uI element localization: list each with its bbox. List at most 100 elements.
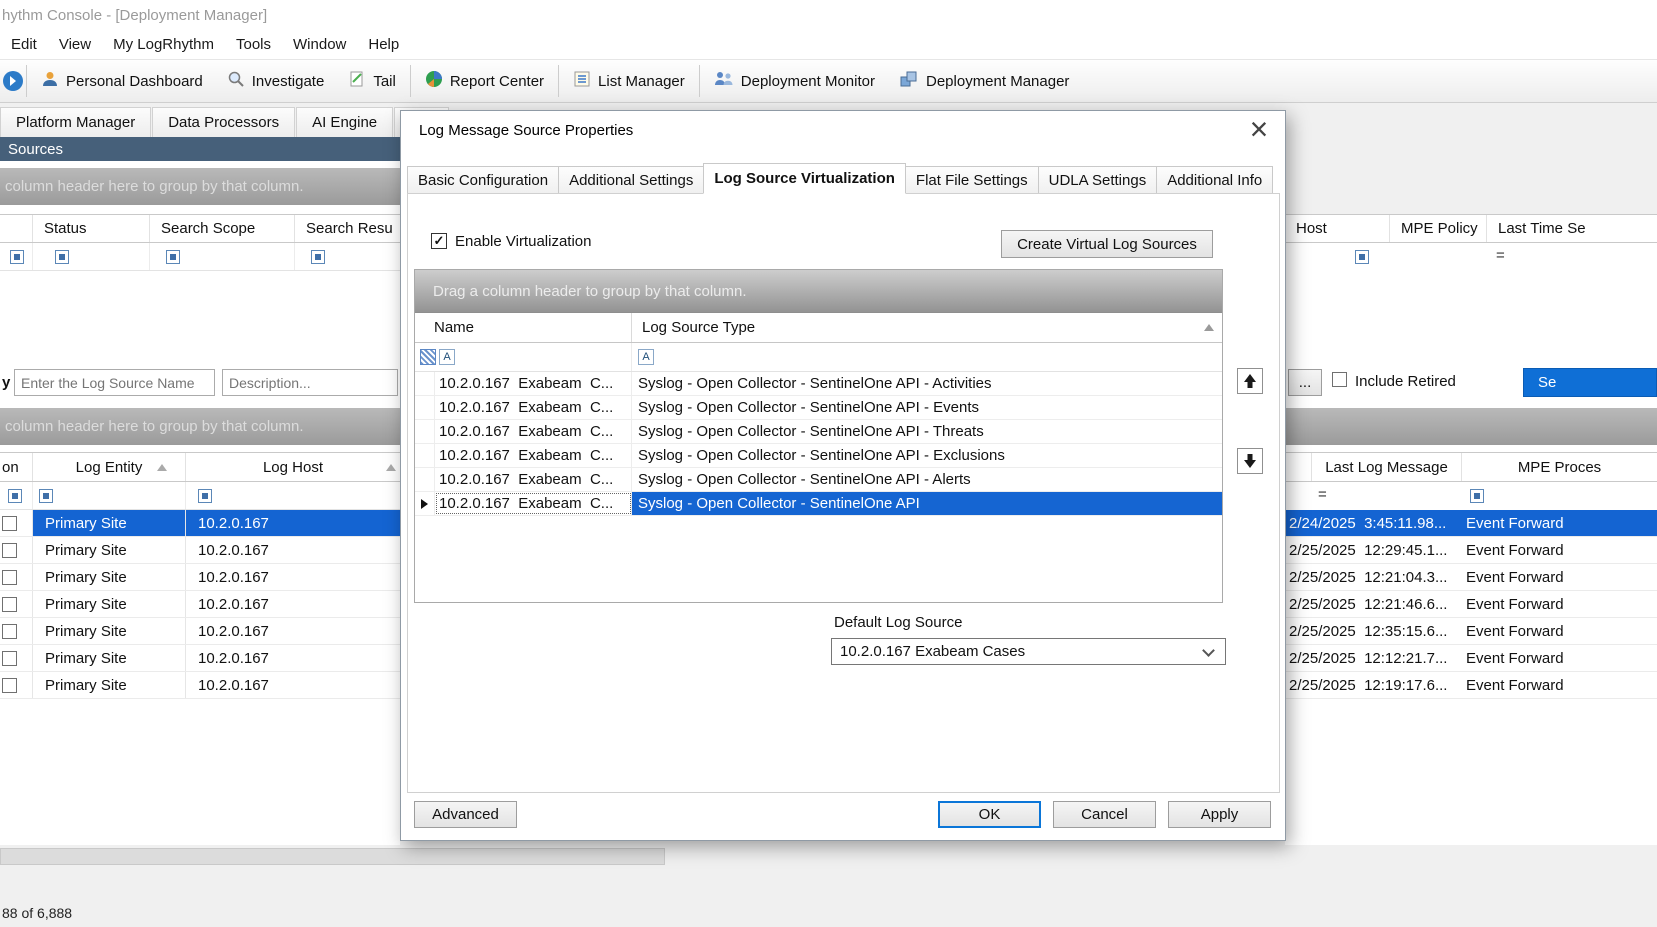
filter-icon[interactable] bbox=[8, 489, 22, 503]
row-selector-cell[interactable] bbox=[415, 372, 435, 395]
nav-circle-icon[interactable] bbox=[0, 70, 24, 92]
virtual-source-row[interactable]: 10.2.0.167 Exabeam C... Syslog - Open Co… bbox=[415, 420, 1222, 444]
horizontal-scrollbar[interactable] bbox=[0, 848, 665, 865]
groupby-bar-dialog[interactable]: Drag a column header to group by that co… bbox=[415, 270, 1222, 313]
menu-edit[interactable]: Edit bbox=[0, 36, 48, 53]
deployment-monitor-button[interactable]: Deployment Monitor bbox=[702, 60, 887, 102]
tab-additional-settings[interactable]: Additional Settings bbox=[558, 166, 704, 193]
column-header-name[interactable]: Name bbox=[415, 313, 632, 342]
groupby-bar-right[interactable] bbox=[1285, 408, 1657, 445]
table-row[interactable]: Primary Site 10.2.0.167 bbox=[0, 618, 400, 645]
table-row[interactable]: 2/25/2025 12:29:45.1... Event Forward bbox=[1285, 537, 1657, 564]
close-icon[interactable] bbox=[1241, 113, 1277, 145]
filter-cell[interactable] bbox=[0, 482, 33, 509]
hatch-filter-icon[interactable] bbox=[420, 349, 436, 365]
menu-tools[interactable]: Tools bbox=[225, 36, 282, 53]
virtual-source-row[interactable]: 10.2.0.167 Exabeam C... Syslog - Open Co… bbox=[415, 444, 1222, 468]
apply-button[interactable]: Apply bbox=[1168, 801, 1271, 828]
groupby-bar-search[interactable]: column header here to group by that colu… bbox=[0, 168, 400, 205]
filter-cell[interactable] bbox=[33, 243, 150, 270]
row-checkbox[interactable] bbox=[2, 678, 17, 693]
equals-filter-icon[interactable]: = bbox=[1318, 486, 1327, 503]
filter-icon[interactable] bbox=[311, 250, 325, 264]
row-selector-cell[interactable] bbox=[415, 492, 435, 515]
filter-icon[interactable] bbox=[166, 250, 180, 264]
tab-log-source-virtualization[interactable]: Log Source Virtualization bbox=[703, 163, 906, 194]
cancel-button[interactable]: Cancel bbox=[1053, 801, 1156, 828]
column-header-action[interactable]: on bbox=[0, 453, 33, 481]
column-header-last-time-seen[interactable]: Last Time Se bbox=[1487, 215, 1657, 242]
tab-additional-info[interactable]: Additional Info bbox=[1156, 166, 1273, 193]
menu-my-logrhythm[interactable]: My LogRhythm bbox=[102, 36, 225, 53]
filter-icon[interactable] bbox=[198, 489, 212, 503]
table-row[interactable]: 2/25/2025 12:35:15.6... Event Forward bbox=[1285, 618, 1657, 645]
row-checkbox[interactable] bbox=[2, 570, 17, 585]
log-source-name-input[interactable] bbox=[14, 369, 215, 396]
enable-virtualization-checkbox[interactable] bbox=[431, 233, 447, 249]
table-row[interactable]: 2/24/2025 3:45:11.98... Event Forward bbox=[1285, 510, 1657, 537]
tab-data-processors[interactable]: Data Processors bbox=[152, 107, 295, 137]
type-filter-cell[interactable] bbox=[632, 343, 1222, 371]
row-selector-cell[interactable] bbox=[415, 468, 435, 491]
row-selector-cell[interactable] bbox=[415, 444, 435, 467]
row-checkbox[interactable] bbox=[2, 624, 17, 639]
menu-help[interactable]: Help bbox=[357, 36, 410, 53]
column-header-blank[interactable] bbox=[1285, 453, 1312, 481]
report-center-button[interactable]: Report Center bbox=[413, 60, 556, 102]
filter-icon[interactable] bbox=[55, 250, 69, 264]
description-input[interactable] bbox=[222, 369, 398, 396]
column-header-search-scope[interactable]: Search Scope bbox=[150, 215, 295, 242]
table-row[interactable]: 2/25/2025 12:21:04.3... Event Forward bbox=[1285, 564, 1657, 591]
table-row[interactable]: Primary Site 10.2.0.167 bbox=[0, 537, 400, 564]
column-header-log-host[interactable]: Log Host bbox=[186, 453, 400, 481]
filter-cell[interactable] bbox=[150, 243, 295, 270]
text-filter-icon[interactable] bbox=[439, 349, 455, 365]
investigate-button[interactable]: Investigate bbox=[215, 60, 337, 102]
row-checkbox[interactable] bbox=[2, 651, 17, 666]
menu-window[interactable]: Window bbox=[282, 36, 357, 53]
filter-cell[interactable] bbox=[186, 482, 400, 509]
row-checkbox[interactable] bbox=[2, 516, 17, 531]
column-header-status[interactable]: Status bbox=[33, 215, 150, 242]
column-header-blank[interactable] bbox=[0, 215, 33, 242]
table-row[interactable]: Primary Site 10.2.0.167 bbox=[0, 591, 400, 618]
include-retired-checkbox[interactable] bbox=[1332, 372, 1347, 387]
advanced-button[interactable]: Advanced bbox=[414, 801, 517, 828]
virtual-source-row-selected[interactable]: 10.2.0.167 Exabeam C... Syslog - Open Co… bbox=[415, 492, 1222, 516]
table-row[interactable]: 2/25/2025 12:19:17.6... Event Forward bbox=[1285, 672, 1657, 699]
filter-icon[interactable] bbox=[1470, 489, 1484, 503]
column-header-host[interactable]: Host bbox=[1285, 215, 1390, 242]
column-header-log-entity[interactable]: Log Entity bbox=[33, 453, 186, 481]
filter-icon[interactable] bbox=[1355, 250, 1369, 264]
tab-basic-configuration[interactable]: Basic Configuration bbox=[407, 166, 559, 193]
move-up-button[interactable] bbox=[1237, 368, 1263, 394]
filter-icon[interactable] bbox=[39, 489, 53, 503]
row-checkbox[interactable] bbox=[2, 543, 17, 558]
table-row[interactable]: Primary Site 10.2.0.167 bbox=[0, 564, 400, 591]
filter-cell[interactable] bbox=[0, 243, 33, 270]
menu-view[interactable]: View bbox=[48, 36, 102, 53]
row-selector-cell[interactable] bbox=[415, 396, 435, 419]
filter-cell[interactable] bbox=[33, 482, 186, 509]
table-row[interactable]: Primary Site 10.2.0.167 bbox=[0, 510, 400, 537]
virtual-source-row[interactable]: 10.2.0.167 Exabeam C... Syslog - Open Co… bbox=[415, 372, 1222, 396]
search-button[interactable]: Se bbox=[1523, 368, 1657, 397]
ok-button[interactable]: OK bbox=[938, 801, 1041, 828]
tail-button[interactable]: Tail bbox=[336, 60, 408, 102]
column-header-last-log-message[interactable]: Last Log Message bbox=[1312, 453, 1462, 481]
row-selector-cell[interactable] bbox=[415, 420, 435, 443]
move-down-button[interactable] bbox=[1237, 448, 1263, 474]
filter-cell[interactable] bbox=[295, 243, 400, 270]
table-row[interactable]: Primary Site 10.2.0.167 bbox=[0, 672, 400, 699]
column-header-mpe-policy[interactable]: MPE Policy bbox=[1390, 215, 1487, 242]
filter-icon[interactable] bbox=[10, 250, 24, 264]
deployment-manager-button[interactable]: Deployment Manager bbox=[887, 60, 1081, 102]
create-virtual-log-sources-button[interactable]: Create Virtual Log Sources bbox=[1001, 230, 1213, 258]
groupby-bar-sources[interactable]: column header here to group by that colu… bbox=[0, 408, 400, 445]
list-manager-button[interactable]: List Manager bbox=[561, 60, 697, 102]
more-options-button[interactable]: ... bbox=[1288, 369, 1322, 396]
row-checkbox[interactable] bbox=[2, 597, 17, 612]
tab-flat-file-settings[interactable]: Flat File Settings bbox=[905, 166, 1039, 193]
tab-udla-settings[interactable]: UDLA Settings bbox=[1038, 166, 1158, 193]
column-header-search-results[interactable]: Search Resu bbox=[295, 215, 400, 242]
